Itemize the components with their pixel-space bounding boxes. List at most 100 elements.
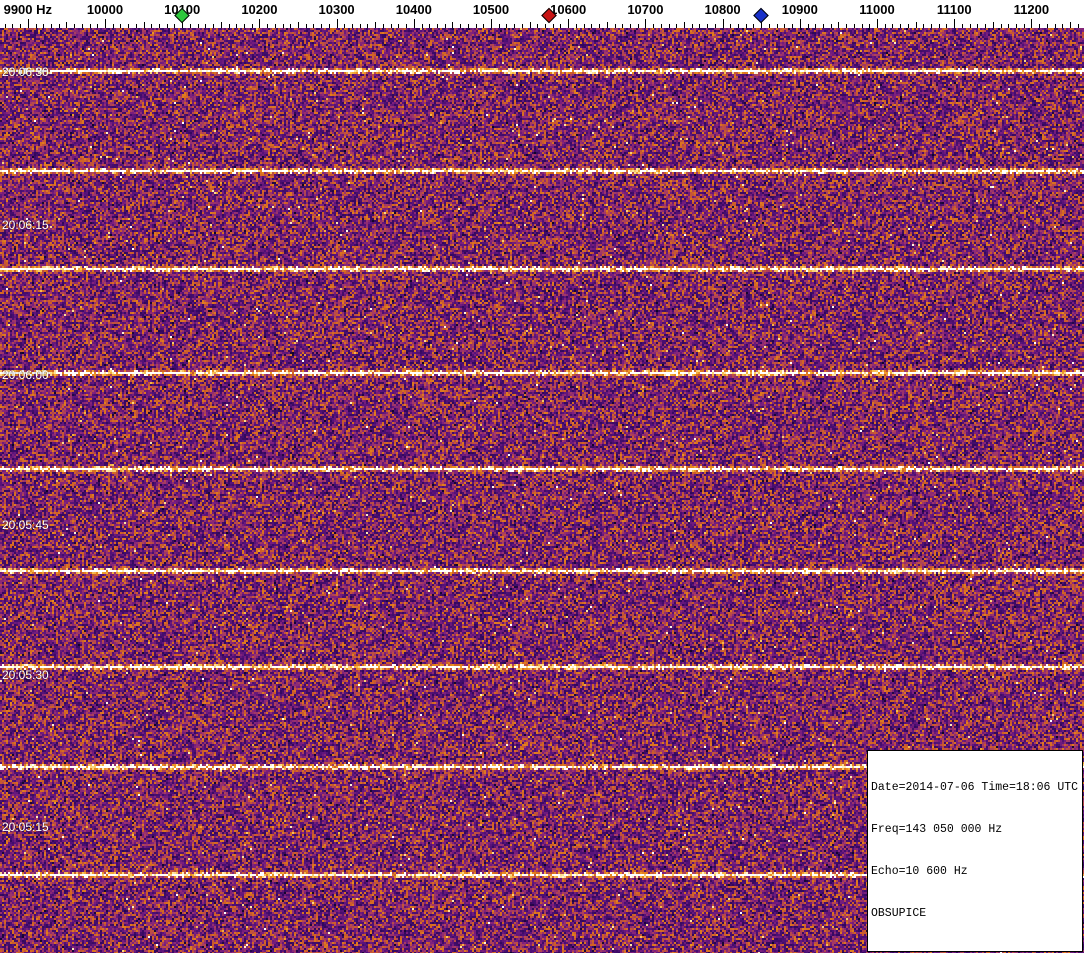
freq-tick-minor bbox=[244, 24, 245, 28]
freq-label-10800: 10800 bbox=[704, 2, 741, 17]
freq-label-10200: 10200 bbox=[241, 2, 278, 17]
freq-tick-minor bbox=[946, 24, 947, 28]
freq-tick-major bbox=[723, 19, 724, 28]
freq-tick-minor bbox=[591, 24, 592, 28]
freq-tick-minor bbox=[229, 24, 230, 28]
freq-tick-minor bbox=[808, 24, 809, 28]
freq-tick-minor bbox=[221, 22, 222, 28]
freq-tick-minor bbox=[391, 24, 392, 28]
freq-tick-minor bbox=[306, 24, 307, 28]
freq-tick-minor bbox=[630, 24, 631, 28]
freq-tick-minor bbox=[653, 24, 654, 28]
freq-tick-minor bbox=[560, 24, 561, 28]
freq-tick-minor bbox=[939, 24, 940, 28]
freq-tick-minor bbox=[615, 24, 616, 28]
freq-tick-minor bbox=[82, 24, 83, 28]
freq-tick-minor bbox=[313, 24, 314, 28]
time-label-20-06-15: 20:06:15 bbox=[2, 218, 49, 232]
freq-tick-minor bbox=[823, 24, 824, 28]
freq-tick-minor bbox=[993, 22, 994, 28]
freq-tick-minor bbox=[290, 24, 291, 28]
freq-tick-minor bbox=[20, 24, 21, 28]
freq-tick-minor bbox=[962, 24, 963, 28]
freq-tick-minor bbox=[815, 24, 816, 28]
freq-tick-minor bbox=[553, 24, 554, 28]
freq-tick-minor bbox=[167, 24, 168, 28]
freq-tick-major bbox=[645, 19, 646, 28]
freq-tick-major bbox=[954, 19, 955, 28]
freq-tick-minor bbox=[329, 24, 330, 28]
freq-tick-minor bbox=[599, 24, 600, 28]
freq-tick-minor bbox=[43, 24, 44, 28]
freq-tick-minor bbox=[684, 22, 685, 28]
freq-label-11000: 11000 bbox=[859, 2, 895, 17]
freq-tick-minor bbox=[422, 24, 423, 28]
freq-tick-minor bbox=[12, 24, 13, 28]
freq-label-10500: 10500 bbox=[472, 2, 510, 17]
freq-tick-minor bbox=[275, 24, 276, 28]
time-label-20-05-45: 20:05:45 bbox=[2, 518, 49, 532]
freq-label-10700: 10700 bbox=[627, 2, 664, 17]
freq-tick-minor bbox=[1070, 22, 1071, 28]
freq-tick-minor bbox=[1024, 24, 1025, 28]
freq-tick-minor bbox=[970, 24, 971, 28]
marker-blue-diamond-icon[interactable] bbox=[753, 7, 769, 24]
freq-tick-minor bbox=[499, 24, 500, 28]
freq-tick-minor bbox=[753, 24, 754, 28]
freq-tick-major bbox=[1031, 19, 1032, 28]
info-line-echo: Echo=10 600 Hz bbox=[871, 865, 968, 878]
freq-tick-minor bbox=[676, 24, 677, 28]
freq-tick-minor bbox=[476, 24, 477, 28]
info-box: Date=2014-07-06 Time=18:06 UTC Freq=143 … bbox=[867, 750, 1083, 952]
freq-tick-minor bbox=[1039, 24, 1040, 28]
freq-tick-minor bbox=[1008, 24, 1009, 28]
freq-tick-minor bbox=[113, 24, 114, 28]
freq-tick-major bbox=[877, 19, 878, 28]
freq-tick-minor bbox=[931, 24, 932, 28]
freq-tick-minor bbox=[468, 24, 469, 28]
freq-label-10000: 10000 bbox=[86, 2, 124, 17]
freq-tick-minor bbox=[128, 24, 129, 28]
freq-tick-minor bbox=[977, 24, 978, 28]
freq-tick-minor bbox=[383, 24, 384, 28]
freq-tick-minor bbox=[5, 24, 6, 28]
freq-label-11200: 11200 bbox=[1013, 2, 1050, 17]
freq-tick-minor bbox=[1078, 24, 1079, 28]
frequency-axis: 9900 Hz100001010010200103001040010500106… bbox=[0, 0, 1084, 28]
freq-tick-minor bbox=[97, 24, 98, 28]
freq-tick-minor bbox=[298, 22, 299, 28]
freq-tick-minor bbox=[522, 24, 523, 28]
time-label-20-05-30: 20:05:30 bbox=[2, 668, 49, 682]
freq-tick-minor bbox=[398, 24, 399, 28]
freq-tick-minor bbox=[692, 24, 693, 28]
freq-label-9900: 9900 Hz bbox=[3, 2, 53, 17]
freq-label-10300: 10300 bbox=[318, 2, 355, 17]
freq-tick-minor bbox=[777, 24, 778, 28]
freq-tick-minor bbox=[360, 24, 361, 28]
freq-tick-minor bbox=[1016, 24, 1017, 28]
freq-tick-minor bbox=[267, 24, 268, 28]
freq-tick-minor bbox=[174, 24, 175, 28]
freq-tick-minor bbox=[854, 24, 855, 28]
freq-tick-minor bbox=[1047, 24, 1048, 28]
freq-tick-minor bbox=[584, 24, 585, 28]
freq-tick-minor bbox=[669, 24, 670, 28]
freq-tick-minor bbox=[607, 22, 608, 28]
freq-tick-minor bbox=[159, 24, 160, 28]
freq-tick-minor bbox=[205, 24, 206, 28]
freq-tick-major bbox=[800, 19, 801, 28]
freq-tick-minor bbox=[236, 24, 237, 28]
freq-tick-minor bbox=[120, 24, 121, 28]
freq-tick-major bbox=[414, 19, 415, 28]
freq-tick-minor bbox=[452, 22, 453, 28]
freq-tick-minor bbox=[792, 24, 793, 28]
freq-tick-minor bbox=[862, 24, 863, 28]
freq-tick-minor bbox=[460, 24, 461, 28]
time-label-20-05-15: 20:05:15 bbox=[2, 820, 49, 834]
freq-tick-minor bbox=[483, 24, 484, 28]
freq-tick-minor bbox=[985, 24, 986, 28]
freq-tick-minor bbox=[530, 22, 531, 28]
freq-tick-major bbox=[28, 19, 29, 28]
freq-label-11100: 11100 bbox=[936, 2, 972, 17]
freq-tick-major bbox=[337, 19, 338, 28]
